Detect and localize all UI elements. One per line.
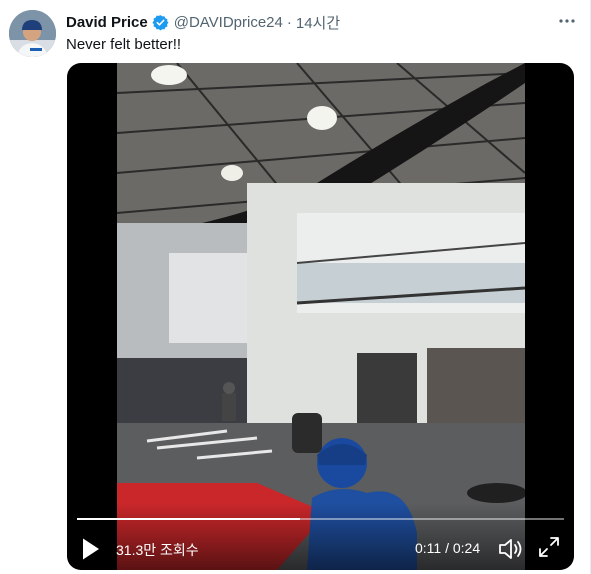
tweet-header: David Price @DAVIDprice24 · 14시간 xyxy=(66,11,340,33)
tweet-text: Never felt better!! xyxy=(66,36,182,53)
more-options-icon[interactable] xyxy=(556,10,578,32)
progress-bar[interactable] xyxy=(77,518,564,520)
volume-icon[interactable] xyxy=(497,536,523,562)
video-player[interactable]: 31.3만 조회수 0:11 / 0:24 xyxy=(67,63,574,570)
tweet: David Price @DAVIDprice24 · 14시간 Never f… xyxy=(0,0,591,574)
avatar-image xyxy=(9,10,56,57)
tweet-timestamp[interactable]: 14시간 xyxy=(296,12,340,33)
video-frame[interactable] xyxy=(117,63,525,570)
playback-time: 0:11 / 0:24 xyxy=(415,540,481,556)
avatar[interactable] xyxy=(9,10,56,57)
play-icon[interactable] xyxy=(81,537,101,561)
view-count: 31.3만 조회수 xyxy=(116,542,199,558)
video-frame-image xyxy=(117,63,525,570)
video-controls: 31.3만 조회수 0:11 / 0:24 xyxy=(67,503,574,570)
fullscreen-icon[interactable] xyxy=(538,536,560,558)
separator-dot: · xyxy=(286,13,292,31)
verified-badge-icon xyxy=(152,14,169,31)
author-name[interactable]: David Price xyxy=(66,14,148,31)
progress-fill xyxy=(77,518,301,520)
author-handle[interactable]: @DAVIDprice24 xyxy=(174,14,283,31)
